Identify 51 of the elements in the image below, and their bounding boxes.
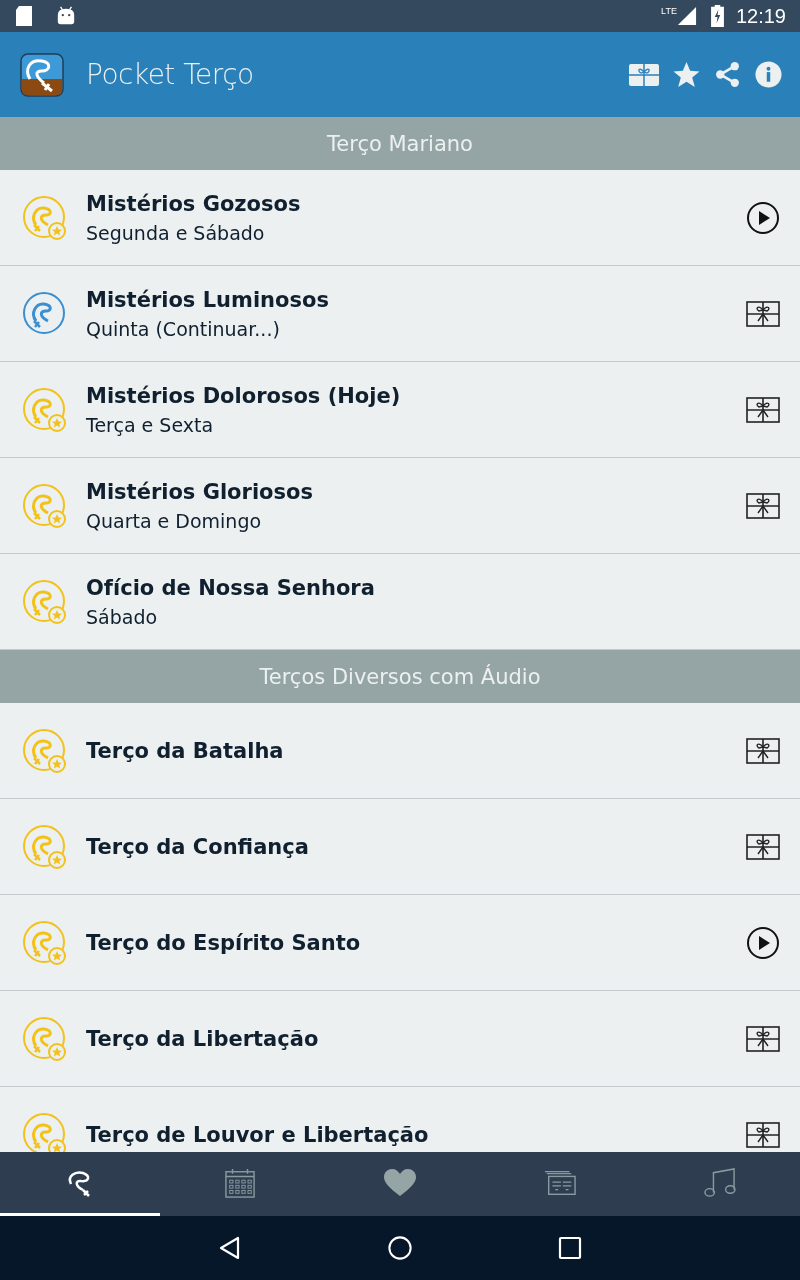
item-title: Mistérios Dolorosos (Hoje) bbox=[86, 383, 402, 408]
recents-icon[interactable] bbox=[558, 1236, 582, 1260]
battery-charging-icon bbox=[710, 5, 724, 27]
list-item[interactable]: Mistérios Luminosos Quinta (Continuar...) bbox=[0, 266, 800, 362]
android-icon bbox=[56, 5, 76, 27]
item-subtitle: Terça e Sexta bbox=[86, 413, 215, 436]
sd-card-icon bbox=[14, 5, 34, 27]
calendar-icon bbox=[224, 1167, 256, 1198]
gift-icon[interactable] bbox=[746, 833, 780, 860]
app-title: Pocket Terço bbox=[86, 58, 254, 91]
item-title: Mistérios Gloriosos bbox=[86, 479, 314, 504]
item-title: Terço da Libertação bbox=[86, 1026, 320, 1051]
item-title: Terço da Batalha bbox=[86, 738, 285, 763]
item-subtitle: Quarta e Domingo bbox=[86, 509, 263, 532]
item-title: Terço de Louvor e Libertação bbox=[86, 1122, 430, 1147]
gift-icon[interactable] bbox=[746, 1121, 780, 1148]
gift-icon[interactable] bbox=[746, 396, 780, 423]
list-item[interactable]: Terço da Libertação bbox=[0, 991, 800, 1087]
gift-icon[interactable] bbox=[746, 1025, 780, 1052]
item-title: Mistérios Gozosos bbox=[86, 191, 302, 216]
back-icon[interactable] bbox=[218, 1236, 242, 1260]
gift-icon[interactable] bbox=[746, 492, 780, 519]
item-subtitle: Segunda e Sábado bbox=[86, 221, 266, 244]
gift-icon[interactable] bbox=[746, 300, 780, 327]
list-item[interactable]: Mistérios Dolorosos (Hoje) Terça e Sexta bbox=[0, 362, 800, 458]
list-item[interactable]: Terço do Espírito Santo bbox=[0, 895, 800, 991]
clock: 12:19 bbox=[735, 4, 786, 28]
app-logo-icon bbox=[20, 52, 64, 97]
item-title: Terço da Confiança bbox=[86, 834, 310, 859]
signal-icon bbox=[676, 6, 697, 26]
network-label: LTE bbox=[661, 6, 677, 16]
music-note-icon bbox=[704, 1167, 736, 1198]
star-icon[interactable] bbox=[673, 61, 700, 88]
heart-icon bbox=[384, 1167, 416, 1198]
gift-icon[interactable] bbox=[746, 737, 780, 764]
home-icon[interactable] bbox=[388, 1236, 412, 1260]
item-title: Mistérios Luminosos bbox=[86, 287, 330, 312]
item-subtitle: Sábado bbox=[86, 605, 159, 628]
list-item[interactable]: Terço da Confiança bbox=[0, 799, 800, 895]
item-subtitle: Quinta (Continuar...) bbox=[86, 317, 281, 340]
play-icon[interactable] bbox=[746, 925, 780, 960]
section-header: Terços Diversos com Áudio bbox=[0, 650, 800, 703]
info-icon[interactable] bbox=[755, 61, 782, 88]
section-header: Terço Mariano bbox=[0, 117, 800, 170]
list-item[interactable]: Mistérios Gloriosos Quarta e Domingo bbox=[0, 458, 800, 554]
item-title: Terço do Espírito Santo bbox=[86, 930, 362, 955]
list-item[interactable]: Mistérios Gozosos Segunda e Sábado bbox=[0, 170, 800, 266]
share-icon[interactable] bbox=[714, 61, 741, 88]
item-title: Ofício de Nossa Senhora bbox=[86, 575, 376, 600]
list-item[interactable]: Terço da Batalha bbox=[0, 703, 800, 799]
play-icon[interactable] bbox=[746, 200, 780, 235]
